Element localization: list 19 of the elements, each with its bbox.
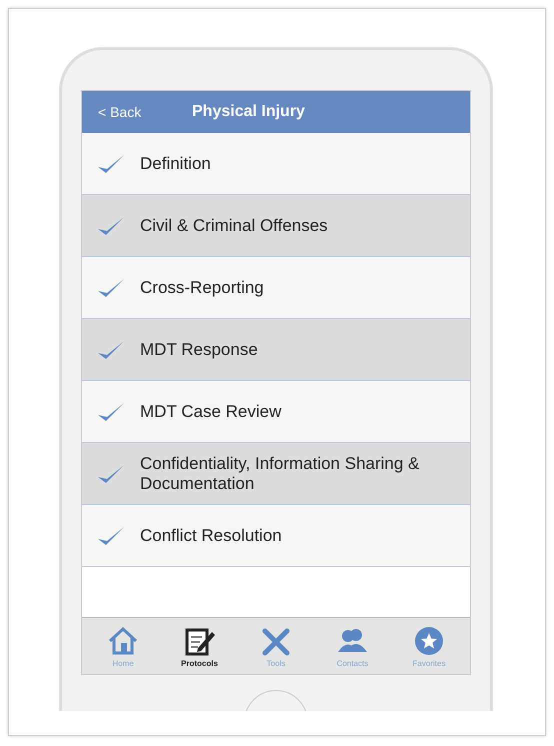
- list-item[interactable]: Conflict Resolution: [82, 505, 470, 567]
- list-item[interactable]: MDT Case Review: [82, 381, 470, 443]
- list-item[interactable]: Confidentiality, Information Sharing & Documentation: [82, 443, 470, 505]
- list-item[interactable]: Definition: [82, 133, 470, 195]
- back-button[interactable]: < Back: [82, 104, 192, 120]
- item-label: MDT Case Review: [140, 402, 282, 422]
- document-pencil-icon: [184, 626, 216, 656]
- house-icon: [107, 626, 139, 656]
- item-label: Confidentiality, Information Sharing & Documentation: [140, 454, 420, 494]
- item-label: Conflict Resolution: [140, 526, 282, 546]
- list-item[interactable]: Civil & Criminal Offenses: [82, 195, 470, 257]
- screen-title: Physical Injury: [192, 103, 305, 121]
- item-label: Definition: [140, 154, 211, 174]
- item-label: MDT Response: [140, 340, 258, 360]
- list-item[interactable]: MDT Response: [82, 319, 470, 381]
- tab[interactable]: Protocols: [166, 618, 232, 674]
- list-item[interactable]: Cross-Reporting: [82, 257, 470, 319]
- item-label: Cross-Reporting: [140, 278, 264, 298]
- item-label: Civil & Criminal Offenses: [140, 216, 328, 236]
